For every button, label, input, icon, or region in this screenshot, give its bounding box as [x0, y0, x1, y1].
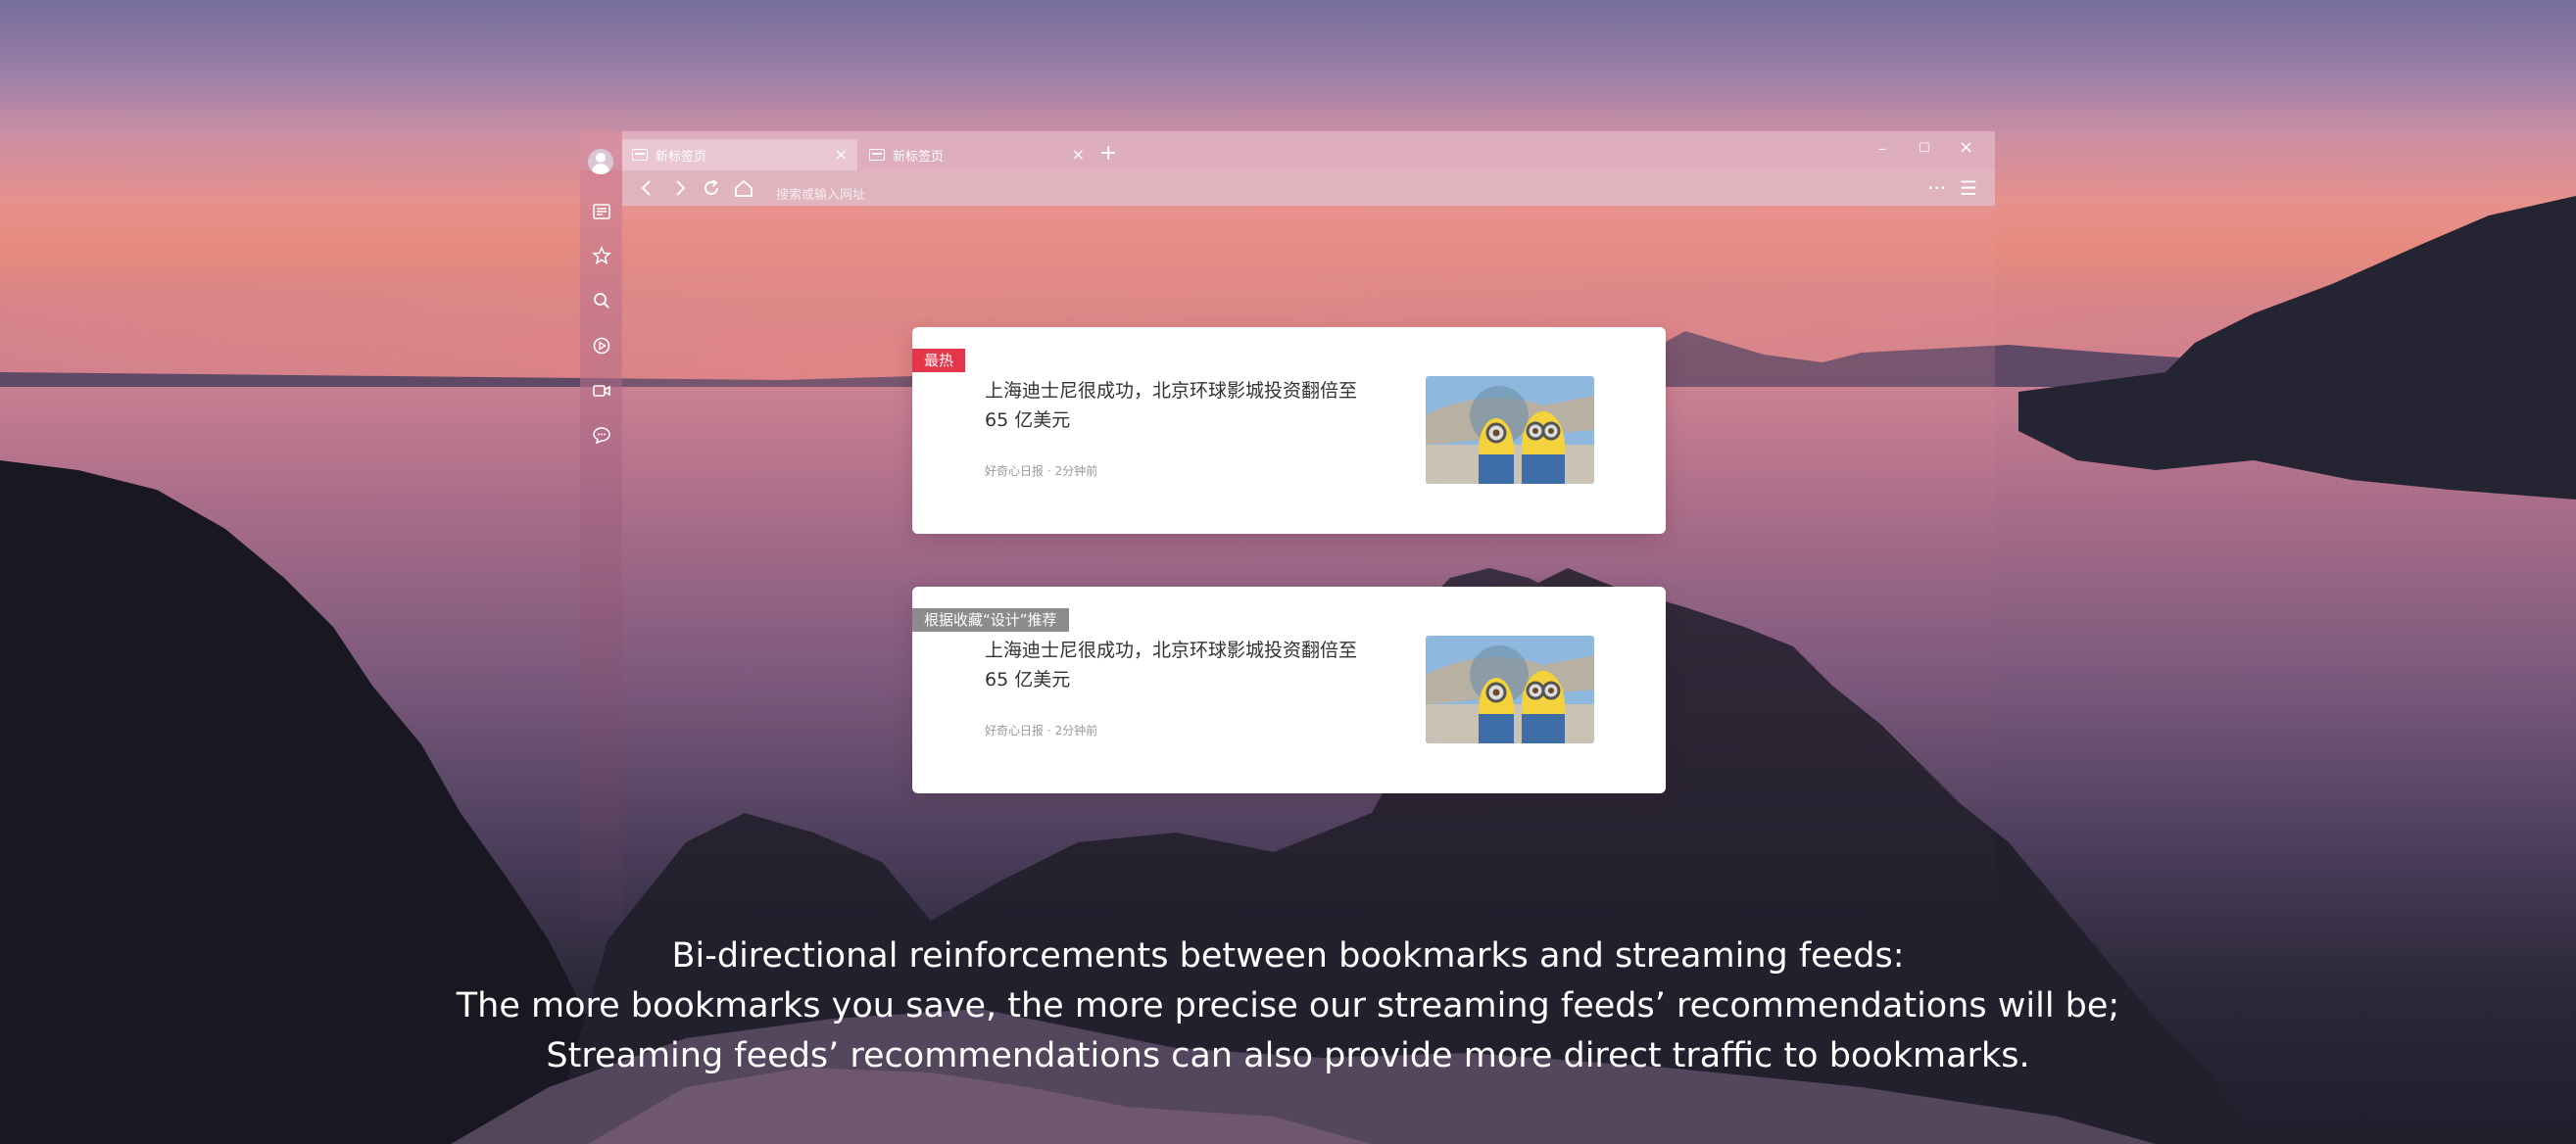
new-tab-button[interactable]: + [1099, 143, 1117, 165]
caption-line-3: Streaming feeds’ recommendations can als… [546, 1036, 2030, 1075]
hot-badge: 最热 [912, 349, 966, 372]
news-icon [632, 149, 648, 161]
refresh-icon[interactable] [702, 178, 721, 198]
new-tab-page [622, 206, 1995, 920]
chat-icon[interactable] [592, 425, 611, 445]
menu-icon[interactable]: ☰ [1960, 176, 1977, 200]
card-headline[interactable]: 上海迪士尼很成功，北京环球影城投资翻倍至 65 亿美元 [985, 636, 1386, 694]
sidebar [580, 131, 622, 920]
tab-new-tab-2[interactable]: 新标签页 × [859, 139, 1094, 170]
feed-card[interactable]: 最热 上海迪士尼很成功，北京环球影城投资翻倍至 65 亿美元 好奇心日报 · 2… [912, 327, 1666, 534]
feed-card[interactable]: 根据收藏“设计”推荐 上海迪士尼很成功，北京环球影城投资翻倍至 65 亿美元 好… [912, 587, 1666, 793]
recommendation-badge: 根据收藏“设计”推荐 [912, 608, 1069, 632]
card-source: 好奇心日报 [985, 464, 1045, 478]
close-window-button[interactable]: × [1959, 137, 1973, 158]
maximize-button[interactable]: ☐ [1919, 141, 1930, 156]
caption: Bi-directional reinforcements between bo… [0, 931, 2576, 1081]
news-icon[interactable] [592, 202, 611, 221]
play-icon[interactable] [592, 336, 611, 356]
home-icon[interactable] [733, 177, 754, 199]
card-time: 2分钟前 [1054, 724, 1098, 738]
forward-icon[interactable] [670, 178, 690, 198]
meta-separator: · [1046, 464, 1051, 478]
star-icon[interactable] [592, 246, 611, 265]
card-meta: 好奇心日报 · 2分钟前 [985, 722, 1097, 739]
address-bar[interactable]: 搜索或输入网址 [776, 184, 865, 203]
minions-image [1426, 636, 1594, 743]
minions-image [1426, 376, 1594, 484]
back-icon[interactable] [637, 178, 656, 198]
card-time: 2分钟前 [1054, 464, 1098, 478]
caption-line-2: The more bookmarks you save, the more pr… [456, 986, 2120, 1025]
video-icon[interactable] [592, 381, 611, 401]
news-icon [869, 149, 885, 161]
more-icon[interactable]: ··· [1927, 176, 1946, 200]
tab-title: 新标签页 [656, 149, 707, 165]
card-headline[interactable]: 上海迪士尼很成功，北京环球影城投资翻倍至 65 亿美元 [985, 376, 1386, 435]
tab-new-tab-1[interactable]: 新标签页 × [622, 139, 857, 170]
card-source: 好奇心日报 [985, 724, 1045, 738]
card-thumbnail[interactable] [1426, 636, 1594, 743]
avatar[interactable] [588, 149, 613, 174]
close-tab-icon[interactable]: × [835, 147, 848, 163]
search-icon[interactable] [592, 291, 611, 310]
meta-separator: · [1046, 724, 1051, 738]
caption-line-1: Bi-directional reinforcements between bo… [671, 936, 1905, 976]
close-tab-icon[interactable]: × [1072, 147, 1085, 163]
tab-title: 新标签页 [893, 149, 945, 165]
card-meta: 好奇心日报 · 2分钟前 [985, 462, 1097, 479]
minimize-button[interactable]: – [1878, 139, 1886, 158]
card-thumbnail[interactable] [1426, 376, 1594, 484]
